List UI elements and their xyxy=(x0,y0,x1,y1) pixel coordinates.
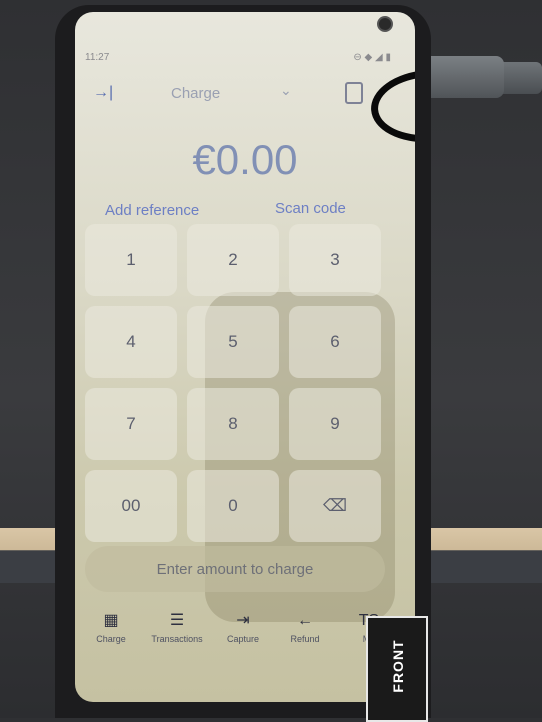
nav-capture[interactable]: ⇥ Capture xyxy=(211,608,275,644)
page-title: Charge xyxy=(171,85,221,102)
key-2[interactable]: 2 xyxy=(187,224,279,296)
key-9[interactable]: 9 xyxy=(289,388,381,460)
key-6[interactable]: 6 xyxy=(289,306,381,378)
charge-button[interactable]: Enter amount to charge xyxy=(85,546,385,592)
key-8[interactable]: 8 xyxy=(187,388,279,460)
key-3[interactable]: 3 xyxy=(289,224,381,296)
key-5[interactable]: 5 xyxy=(187,306,279,378)
key-1[interactable]: 1 xyxy=(85,224,177,296)
device-icon[interactable] xyxy=(345,82,363,104)
nav-label: Refund xyxy=(290,634,320,644)
annotation-circle xyxy=(368,66,415,146)
status-icons: ⊖ ◆ ◢ ▮ xyxy=(353,52,391,63)
amount-display: €0.00 xyxy=(192,136,298,183)
front-sticker: FRONT xyxy=(366,616,428,722)
nav-charge[interactable]: ▦ Charge xyxy=(79,608,143,644)
key-7[interactable]: 7 xyxy=(85,388,177,460)
key-4[interactable]: 4 xyxy=(85,306,177,378)
nav-transactions[interactable]: ☰ Transactions xyxy=(145,608,209,644)
nav-label: Transactions xyxy=(151,634,203,644)
sticker-label: FRONT xyxy=(390,639,406,693)
nav-refund[interactable]: ← Refund xyxy=(273,608,337,644)
key-00[interactable]: 00 xyxy=(85,470,177,542)
nav-label: Capture xyxy=(226,634,260,644)
scan-code-link[interactable]: Scan code xyxy=(275,200,346,217)
capture-icon: ⇥ xyxy=(236,612,250,629)
photo-scene: { "status_bar": { "time": "11:27", "icon… xyxy=(0,0,542,722)
add-reference-link[interactable]: Add reference xyxy=(105,202,199,219)
exit-icon[interactable]: →| xyxy=(93,84,113,102)
chevron-down-icon[interactable]: ⌄ xyxy=(280,82,292,99)
bottom-nav: ▦ Charge ☰ Transactions ⇥ Capture ← Refu… xyxy=(75,608,415,668)
list-icon: ☰ xyxy=(169,612,185,629)
nav-label: Charge xyxy=(96,634,126,644)
backspace-icon[interactable]: ⌫ xyxy=(289,470,381,542)
key-0[interactable]: 0 xyxy=(187,470,279,542)
phone-screen: 11:27 ⊖ ◆ ◢ ▮ →| Charge ⌄ €0.00 Add refe… xyxy=(75,12,415,702)
status-time: 11:27 xyxy=(85,52,110,63)
arrow-left-icon: ← xyxy=(297,612,313,629)
grid-icon: ▦ xyxy=(103,612,119,629)
front-camera xyxy=(377,16,393,32)
